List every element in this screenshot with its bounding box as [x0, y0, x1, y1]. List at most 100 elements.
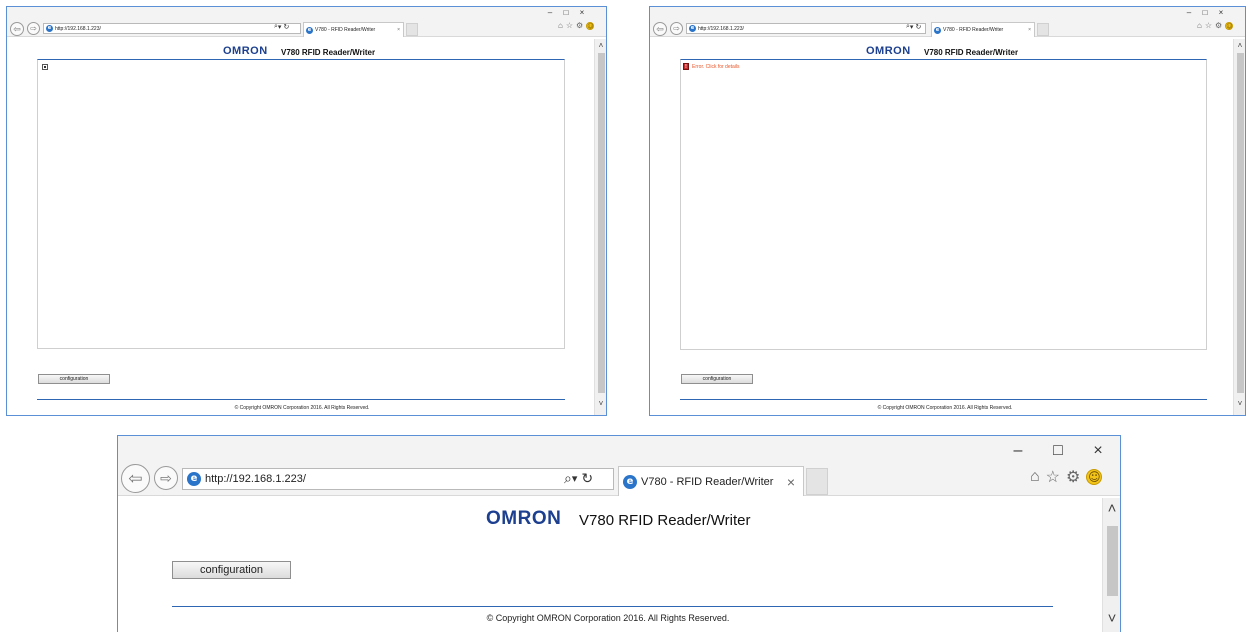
- scrollbar[interactable]: ˄ ˅: [1233, 39, 1245, 415]
- search-icon[interactable]: ⌕: [564, 470, 572, 487]
- smiley-icon[interactable]: ☺: [1225, 21, 1234, 30]
- gear-icon[interactable]: ⚙: [576, 21, 583, 30]
- internet-explorer-icon: e: [934, 26, 941, 34]
- footer-divider: [172, 606, 1053, 607]
- scroll-up-arrow[interactable]: ˄: [1103, 500, 1120, 517]
- scroll-up-arrow[interactable]: ˄: [595, 41, 606, 50]
- tab-close-icon[interactable]: ×: [787, 474, 795, 490]
- home-icon[interactable]: ⌂: [1197, 21, 1202, 30]
- copyright-text: © Copyright OMRON Corporation 2016. All …: [234, 405, 370, 411]
- new-tab-button[interactable]: [1037, 23, 1049, 36]
- minimize-button[interactable]: –: [1181, 8, 1197, 17]
- address-bar[interactable]: e http://192.168.1.223/: [182, 468, 614, 490]
- address-url: http://192.168.1.223/: [205, 473, 306, 485]
- close-button[interactable]: ×: [1078, 442, 1118, 460]
- screenshot-error: ⇦ ⇨ e http://192.168.1.223/ ⌕ ▾ ↻ e V780…: [649, 6, 1246, 416]
- browser-tab[interactable]: e V780 - RFID Reader/Writer ×: [618, 466, 804, 496]
- refresh-icon[interactable]: ↻: [581, 470, 593, 487]
- browser-titlebar: ⇦ ⇨ e http://192.168.1.223/ ⌕ ▾ ↻ e V780…: [7, 7, 606, 37]
- smiley-icon[interactable]: ☺: [586, 21, 595, 30]
- star-icon[interactable]: ☆: [1046, 467, 1060, 487]
- scrollbar-thumb[interactable]: [598, 53, 605, 393]
- maximize-button[interactable]: □: [1038, 442, 1078, 460]
- address-url: http://192.168.1.223/: [698, 25, 744, 32]
- scroll-down-arrow[interactable]: ˅: [1103, 610, 1120, 627]
- toolbar-icons: ⌂ ☆ ⚙ ☺: [558, 21, 595, 30]
- address-tools: ⌕ ▾ ↻: [274, 23, 289, 31]
- internet-explorer-icon: e: [46, 25, 53, 32]
- footer-divider: [37, 399, 565, 400]
- window-controls: – □ ×: [1181, 8, 1229, 17]
- forward-button[interactable]: ⇨: [27, 22, 40, 35]
- internet-explorer-icon: e: [689, 25, 696, 32]
- new-tab-button[interactable]: [406, 23, 418, 36]
- page-title: V780 RFID Reader/Writer: [281, 48, 376, 57]
- tab-title: V780 - RFID Reader/Writer: [315, 27, 376, 33]
- internet-explorer-icon: e: [623, 474, 637, 489]
- configuration-button[interactable]: configuration: [38, 374, 110, 384]
- minimize-button[interactable]: –: [998, 442, 1038, 460]
- back-button[interactable]: ⇦: [10, 22, 24, 36]
- forward-arrow-icon: ⇨: [160, 469, 172, 486]
- forward-button[interactable]: ⇨: [154, 466, 178, 490]
- address-bar[interactable]: e http://192.168.1.223/: [686, 23, 926, 34]
- page-title: V780 RFID Reader/Writer: [579, 512, 751, 529]
- tab-close-icon[interactable]: ×: [1028, 27, 1031, 33]
- refresh-icon[interactable]: ↻: [915, 23, 921, 31]
- output-panel: [37, 59, 565, 349]
- browser-titlebar: ⇦ ⇨ e http://192.168.1.223/ ⌕ ▾ ↻ e V780…: [118, 436, 1120, 496]
- scrollbar-thumb[interactable]: [1107, 526, 1118, 596]
- forward-button[interactable]: ⇨: [670, 22, 683, 35]
- scroll-down-arrow[interactable]: ˅: [595, 399, 606, 408]
- broken-image-icon: [42, 64, 48, 70]
- page-content: OMRON V780 RFID Reader/Writer configurat…: [118, 496, 1120, 632]
- scrollbar[interactable]: ˄ ˅: [1102, 498, 1120, 632]
- maximize-button[interactable]: □: [1197, 8, 1213, 17]
- footer-divider: [680, 399, 1207, 400]
- scroll-down-arrow[interactable]: ˅: [1234, 399, 1245, 408]
- new-tab-button[interactable]: [806, 468, 828, 495]
- scrollbar[interactable]: ˄ ˅: [594, 39, 606, 415]
- dropdown-icon[interactable]: ▾: [572, 472, 578, 485]
- smiley-icon[interactable]: ☺: [1086, 469, 1103, 485]
- browser-tab[interactable]: e V780 - RFID Reader/Writer ×: [931, 22, 1035, 37]
- configuration-button[interactable]: configuration: [681, 374, 753, 384]
- back-button[interactable]: ⇦: [121, 464, 150, 493]
- maximize-button[interactable]: □: [558, 8, 574, 17]
- address-url: http://192.168.1.223/: [55, 25, 101, 32]
- home-icon[interactable]: ⌂: [558, 21, 563, 30]
- configuration-button[interactable]: configuration: [172, 561, 291, 579]
- minimize-button[interactable]: –: [542, 8, 558, 17]
- dropdown-icon[interactable]: ▾: [910, 23, 914, 31]
- address-bar[interactable]: e http://192.168.1.223/: [43, 23, 301, 34]
- refresh-icon[interactable]: ↻: [283, 23, 289, 31]
- address-tools: ⌕ ▾ ↻: [906, 23, 921, 31]
- back-arrow-icon: ⇦: [128, 468, 143, 488]
- toolbar-icons: ⌂ ☆ ⚙ ☺: [1197, 21, 1234, 30]
- window-controls: – □ ×: [998, 442, 1118, 460]
- back-button[interactable]: ⇦: [653, 22, 667, 36]
- home-icon[interactable]: ⌂: [1030, 468, 1040, 486]
- internet-explorer-icon: e: [306, 26, 313, 34]
- omron-logo: OMRON: [486, 508, 562, 529]
- tab-close-icon[interactable]: ×: [397, 27, 400, 33]
- tab-title: V780 - RFID Reader/Writer: [641, 475, 774, 488]
- screenshot-broken-image: ⇦ ⇨ e http://192.168.1.223/ ⌕ ▾ ↻ e V780…: [6, 6, 607, 416]
- error-message[interactable]: ! Error. Click for details: [683, 63, 740, 70]
- gear-icon[interactable]: ⚙: [1215, 21, 1222, 30]
- page-title: V780 RFID Reader/Writer: [924, 48, 1019, 57]
- back-arrow-icon: ⇦: [656, 23, 664, 34]
- error-text: Error. Click for details: [692, 63, 740, 70]
- dropdown-icon[interactable]: ▾: [278, 23, 282, 31]
- address-tools: ⌕ ▾ ↻: [564, 470, 593, 487]
- scroll-up-arrow[interactable]: ˄: [1234, 41, 1245, 50]
- close-button[interactable]: ×: [574, 8, 590, 17]
- star-icon[interactable]: ☆: [566, 21, 573, 30]
- scrollbar-thumb[interactable]: [1237, 53, 1244, 393]
- star-icon[interactable]: ☆: [1205, 21, 1212, 30]
- browser-tab[interactable]: e V780 - RFID Reader/Writer ×: [303, 22, 404, 37]
- forward-arrow-icon: ⇨: [30, 24, 37, 33]
- internet-explorer-icon: e: [187, 472, 201, 486]
- close-button[interactable]: ×: [1213, 8, 1229, 17]
- gear-icon[interactable]: ⚙: [1066, 467, 1080, 487]
